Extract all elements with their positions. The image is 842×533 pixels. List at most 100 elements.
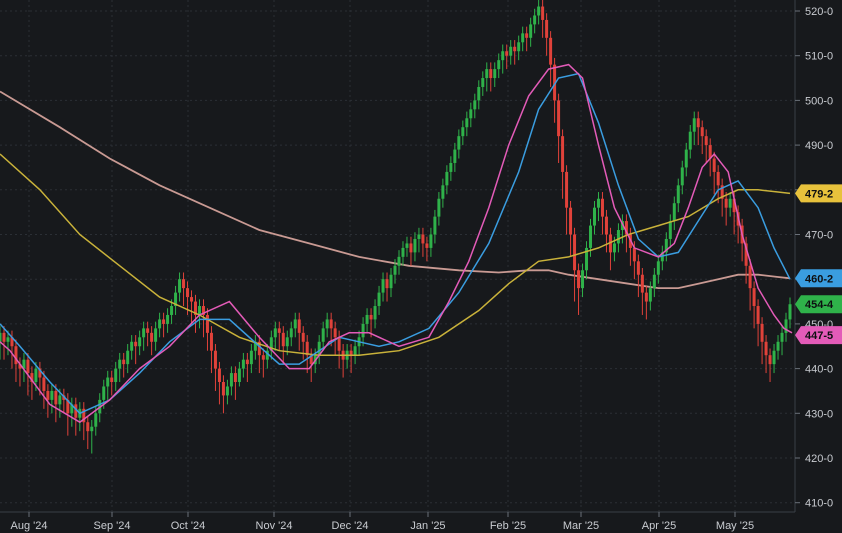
candle-body bbox=[178, 279, 182, 293]
candle-body bbox=[461, 127, 465, 137]
candle-body bbox=[329, 319, 333, 329]
candle-body bbox=[541, 6, 545, 20]
candle-body bbox=[429, 234, 433, 248]
candle-body bbox=[397, 256, 401, 266]
candle-body bbox=[86, 422, 90, 432]
candle-body bbox=[688, 131, 692, 150]
candle-body bbox=[197, 306, 201, 315]
candle-body bbox=[373, 306, 377, 320]
candle-body bbox=[393, 265, 397, 275]
candle-body bbox=[780, 332, 784, 342]
candle-body bbox=[209, 332, 213, 351]
candle-body bbox=[417, 234, 421, 239]
candle-body bbox=[54, 390, 58, 405]
candle-body bbox=[14, 346, 18, 365]
price-badge-label: 454-4 bbox=[805, 299, 834, 311]
candle-body bbox=[229, 373, 233, 387]
candle-body bbox=[58, 395, 62, 405]
candle-body bbox=[42, 377, 46, 391]
candle-body bbox=[217, 368, 221, 383]
price-chart[interactable]: 410-0420-0430-0440-0450-0460-0470-0480-0… bbox=[0, 0, 842, 533]
candle-body bbox=[333, 328, 337, 338]
candle-body bbox=[668, 221, 672, 239]
x-tick-label: Jan '25 bbox=[410, 520, 445, 532]
candle-body bbox=[652, 274, 656, 289]
candle-body bbox=[213, 350, 217, 369]
y-tick-label: 520-0 bbox=[805, 6, 833, 18]
candle-body bbox=[401, 247, 405, 257]
candle-body bbox=[768, 355, 772, 365]
x-tick-label: Nov '24 bbox=[256, 520, 293, 532]
candle-body bbox=[293, 319, 297, 329]
candle-body bbox=[716, 171, 720, 186]
candle-body bbox=[545, 19, 549, 38]
price-badge: 454-4 bbox=[795, 295, 842, 314]
candle-body bbox=[632, 247, 636, 262]
candle-body bbox=[776, 341, 780, 351]
candle-body bbox=[477, 86, 481, 101]
candle-body bbox=[616, 230, 620, 244]
candle-body bbox=[297, 319, 301, 333]
candle-body bbox=[565, 171, 569, 208]
candle-body bbox=[6, 337, 10, 342]
x-tick-label: Apr '25 bbox=[642, 520, 677, 532]
candle-body bbox=[772, 350, 776, 365]
y-tick-label: 440-0 bbox=[805, 364, 833, 376]
candle-body bbox=[592, 207, 596, 226]
candle-body bbox=[158, 319, 162, 329]
candle-body bbox=[644, 292, 648, 302]
candle-body bbox=[577, 270, 581, 289]
candle-body bbox=[493, 69, 497, 79]
y-tick-label: 430-0 bbox=[805, 408, 833, 420]
candle-body bbox=[110, 377, 114, 383]
candle-body bbox=[692, 118, 696, 132]
candle-body bbox=[425, 243, 429, 248]
candle-body bbox=[421, 234, 425, 244]
candle-body bbox=[34, 368, 38, 383]
candle-body bbox=[569, 207, 573, 235]
candle-body bbox=[281, 332, 285, 347]
candle-body bbox=[365, 314, 369, 324]
candle-body bbox=[612, 243, 616, 253]
candle-body bbox=[154, 328, 158, 342]
candle-body bbox=[581, 270, 585, 289]
candle-body bbox=[245, 359, 249, 365]
candle-body bbox=[684, 149, 688, 168]
candle-body bbox=[273, 328, 277, 338]
candle-body bbox=[130, 341, 134, 351]
candle-body bbox=[596, 198, 600, 208]
candle-body bbox=[525, 33, 529, 38]
candle-body bbox=[118, 359, 122, 369]
candle-body bbox=[636, 261, 640, 275]
candle-body bbox=[604, 216, 608, 235]
price-badge-label: 479-2 bbox=[805, 188, 833, 200]
candle-body bbox=[752, 288, 756, 307]
candle-body bbox=[405, 243, 409, 248]
candle-body bbox=[2, 332, 6, 342]
candle-body bbox=[485, 69, 489, 79]
candle-body bbox=[221, 382, 225, 396]
candle-body bbox=[648, 288, 652, 302]
price-badge: 447-5 bbox=[795, 326, 842, 345]
candle-body bbox=[389, 274, 393, 289]
candle-body bbox=[509, 46, 513, 56]
candle-body bbox=[680, 167, 684, 186]
candle-body bbox=[90, 426, 94, 432]
price-badge-label: 447-5 bbox=[805, 330, 833, 342]
candle-body bbox=[126, 350, 130, 365]
candle-body bbox=[50, 390, 54, 400]
candle-body bbox=[433, 216, 437, 235]
candle-body bbox=[696, 118, 700, 128]
candle-body bbox=[497, 60, 501, 70]
candle-body bbox=[170, 306, 174, 315]
candle-body bbox=[409, 243, 413, 253]
candle-body bbox=[46, 390, 50, 400]
candle-body bbox=[537, 6, 541, 16]
price-badge-label: 460-2 bbox=[805, 273, 833, 285]
candle-body bbox=[521, 33, 525, 43]
candle-body bbox=[501, 51, 505, 61]
candle-body bbox=[656, 261, 660, 275]
candle-body bbox=[505, 51, 509, 56]
candle-body bbox=[529, 24, 533, 38]
x-tick-label: Feb '25 bbox=[490, 520, 526, 532]
